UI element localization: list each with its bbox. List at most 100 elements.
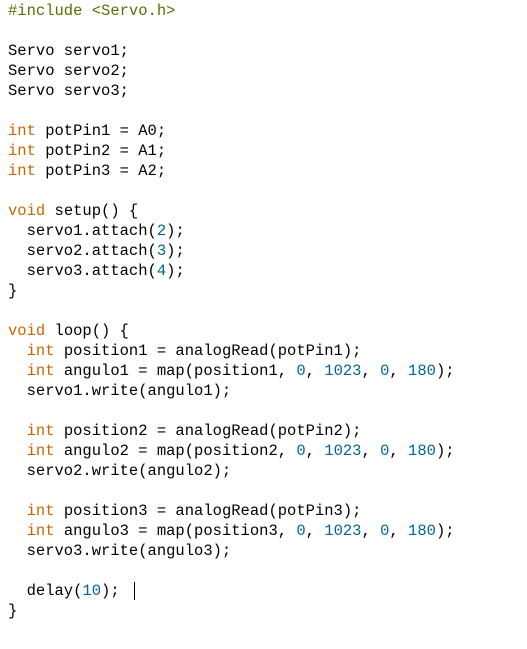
code-text: , [389,442,409,460]
number-literal: 2 [156,222,167,240]
code-text: position3 = analogRead(potPin3); [54,502,362,520]
code-text: position2 = analogRead(potPin2); [54,422,362,440]
code-line[interactable]: int position1 = analogRead(potPin1); [8,341,527,361]
code-line[interactable] [8,401,527,421]
code-text: } [8,282,18,300]
code-line[interactable]: } [8,601,527,621]
number-literal: 0 [296,362,306,380]
code-text: ); [435,362,455,380]
code-line[interactable]: Servo servo3; [8,81,527,101]
keyword-token: void [8,322,46,340]
code-text: , [389,522,409,540]
code-text: Servo servo1; [8,42,129,60]
code-text: , [361,522,381,540]
code-line[interactable]: servo3.attach(4); [8,261,527,281]
keyword-token: void [8,202,46,220]
code-text: servo2.attach( [8,242,157,260]
code-line[interactable]: int angulo2 = map(position2, 0, 1023, 0,… [8,441,527,461]
code-text: angulo1 = map(position1, [54,362,297,380]
code-text: setup() { [45,202,139,220]
text-cursor [133,581,135,600]
code-line[interactable]: int angulo1 = map(position1, 0, 1023, 0,… [8,361,527,381]
code-line[interactable]: void loop() { [8,321,527,341]
code-text: ); [166,262,185,280]
number-literal: 4 [156,262,167,280]
number-literal: 180 [408,522,436,540]
keyword-token: int [26,522,55,540]
code-line[interactable]: int position2 = analogRead(potPin2); [8,421,527,441]
number-literal: 1023 [324,442,362,460]
code-text: , [361,362,381,380]
code-text: servo3.write(angulo3); [8,542,232,560]
code-line[interactable]: int angulo3 = map(position3, 0, 1023, 0,… [8,521,527,541]
code-line[interactable]: delay(10); [8,581,527,601]
code-line[interactable]: int potPin3 = A2; [8,161,527,181]
code-text: } [8,602,18,620]
code-text: ); [166,242,185,260]
code-line[interactable] [8,481,527,501]
keyword-token: int [26,502,55,520]
code-line[interactable]: int potPin2 = A1; [8,141,527,161]
code-line[interactable] [8,561,527,581]
code-text: Servo servo2; [8,62,129,80]
code-text: ); [101,582,120,600]
number-literal: 0 [296,522,306,540]
code-line[interactable]: servo1.attach(2); [8,221,527,241]
code-text: potPin2 = A1; [35,142,167,160]
code-line[interactable]: Servo servo1; [8,41,527,61]
keyword-token: int [8,122,36,140]
number-literal: 0 [296,442,306,460]
code-line[interactable]: void setup() { [8,201,527,221]
code-line[interactable] [8,181,527,201]
code-line[interactable]: int potPin1 = A0; [8,121,527,141]
number-literal: 10 [82,582,102,600]
code-text: Servo servo3; [8,82,129,100]
code-line[interactable]: } [8,281,527,301]
code-line[interactable] [8,101,527,121]
number-literal: 180 [408,442,436,460]
code-line[interactable]: servo1.write(angulo1); [8,381,527,401]
code-text: , [389,362,409,380]
code-line[interactable]: #include <Servo.h> [8,1,527,21]
keyword-token: int [26,342,55,360]
code-text: ); [166,222,185,240]
code-text: servo2.write(angulo2); [8,462,232,480]
code-text: potPin1 = A0; [35,122,167,140]
code-line[interactable] [8,301,527,321]
keyword-token: int [26,442,55,460]
code-line[interactable]: servo2.attach(3); [8,241,527,261]
keyword-token: int [26,422,55,440]
code-line[interactable]: servo3.write(angulo3); [8,541,527,561]
code-editor[interactable]: #include <Servo.h> Servo servo1; Servo ser… [0,0,527,649]
code-text: , [305,522,325,540]
code-text: angulo2 = map(position2, [54,442,297,460]
keyword-token: int [8,162,36,180]
code-text: ); [435,522,455,540]
code-text: delay( [8,582,83,600]
code-text: servo3.attach( [8,262,157,280]
code-line[interactable]: Servo servo2; [8,61,527,81]
number-literal: 1023 [324,362,362,380]
keyword-token: int [8,142,36,160]
code-text: , [361,442,381,460]
code-text: ); [435,442,455,460]
keyword-token: int [26,362,55,380]
code-line[interactable]: servo2.write(angulo2); [8,461,527,481]
code-text: loop() { [45,322,129,340]
code-text: servo1.write(angulo1); [8,382,232,400]
code-line[interactable] [8,21,527,41]
preprocessor-directive: #include <Servo.h> [8,2,176,20]
code-text: potPin3 = A2; [35,162,167,180]
code-line[interactable]: int position3 = analogRead(potPin3); [8,501,527,521]
number-literal: 180 [408,362,436,380]
code-text: position1 = analogRead(potPin1); [54,342,362,360]
number-literal: 1023 [324,522,362,540]
code-text: , [305,442,325,460]
number-literal: 3 [156,242,167,260]
